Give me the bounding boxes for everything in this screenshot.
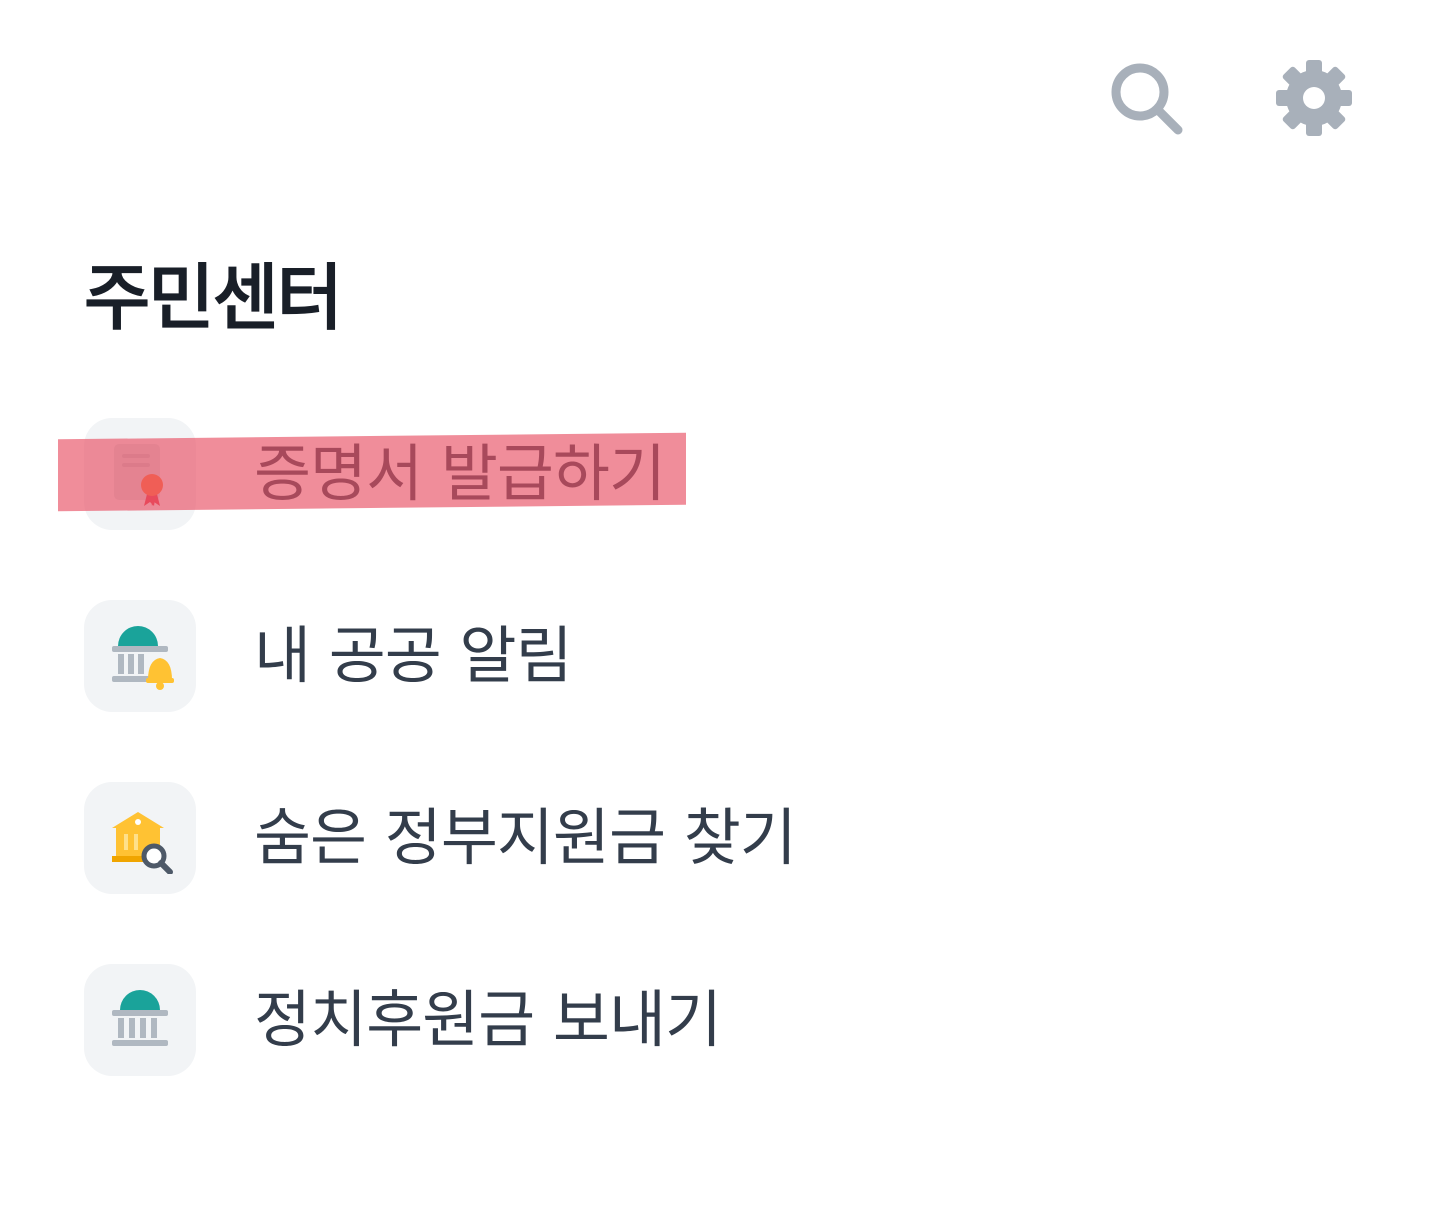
menu-icon-box bbox=[84, 964, 196, 1076]
menu-icon-box bbox=[84, 782, 196, 894]
menu-icon-box bbox=[84, 418, 196, 530]
menu-icon-box bbox=[84, 600, 196, 712]
menu-item-label: 숨은 정부지원금 찾기 bbox=[254, 801, 797, 874]
menu-item-certificate[interactable]: 증명서 발급하기 bbox=[84, 418, 1384, 530]
menu-item-hidden-subsidy[interactable]: 숨은 정부지원금 찾기 bbox=[84, 782, 1384, 894]
certificate-icon bbox=[114, 444, 163, 506]
building-search-icon bbox=[112, 812, 173, 874]
government-building-icon bbox=[112, 990, 168, 1046]
menu-item-label: 내 공공 알림 bbox=[254, 619, 573, 692]
menu-item-political-donation[interactable]: 정치후원금 보내기 bbox=[84, 964, 1384, 1076]
page-title: 주민센터 bbox=[84, 256, 343, 340]
gear-icon bbox=[1276, 60, 1352, 136]
top-bar bbox=[0, 0, 1440, 190]
search-icon bbox=[1111, 63, 1183, 135]
menu-item-public-alerts[interactable]: 내 공공 알림 bbox=[84, 600, 1384, 712]
government-bell-icon bbox=[112, 626, 174, 690]
settings-button[interactable] bbox=[1272, 56, 1356, 140]
menu-list: 증명서 발급하기 내 공공 알림 숨은 정부지원금 찾기 정치후원금 보내기 bbox=[84, 418, 1384, 1146]
menu-item-label: 증명서 발급하기 bbox=[254, 437, 666, 510]
search-button[interactable] bbox=[1104, 56, 1188, 140]
menu-item-label: 정치후원금 보내기 bbox=[254, 983, 722, 1056]
